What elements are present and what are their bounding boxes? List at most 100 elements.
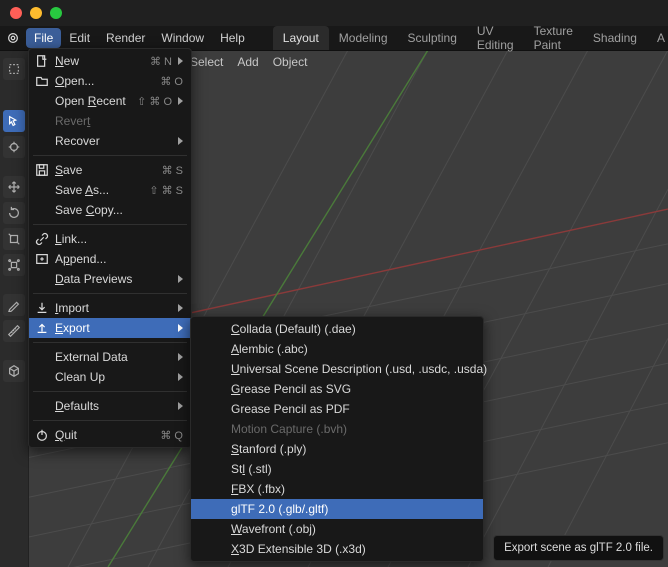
export-item-10[interactable]: Wavefront (.obj): [191, 519, 483, 539]
file-menu-save-copy[interactable]: Save Copy...: [29, 200, 191, 220]
file-menu-link[interactable]: Link...: [29, 229, 191, 249]
file-menu-import[interactable]: Import: [29, 298, 191, 318]
file-menu-clean-up-label: Clean Up: [55, 370, 172, 384]
file-menu-open-recent-shortcut: ⇧ ⌘ O: [137, 95, 172, 108]
file-menu-append[interactable]: Append...: [29, 249, 191, 269]
file-menu-defaults[interactable]: Defaults: [29, 396, 191, 416]
export-item-9[interactable]: glTF 2.0 (.glb/.gltf): [191, 499, 483, 519]
export-item-6[interactable]: Stanford (.ply): [191, 439, 483, 459]
export-icon: [33, 321, 51, 335]
export-item-9-label: glTF 2.0 (.glb/.gltf): [231, 502, 475, 516]
file-menu-quit-shortcut: ⌘ Q: [160, 429, 183, 442]
file-menu-new-shortcut: ⌘ N: [150, 55, 172, 68]
submenu-arrow-icon: [178, 402, 183, 410]
export-item-8[interactable]: FBX (.fbx): [191, 479, 483, 499]
viewport-menu-select[interactable]: Select: [190, 55, 223, 69]
export-item-3[interactable]: Grease Pencil as SVG: [191, 379, 483, 399]
file-new-icon: [33, 54, 51, 68]
file-menu-save-label: Save: [55, 163, 154, 177]
file-menu-export[interactable]: Export: [29, 318, 191, 338]
file-menu-import-label: Import: [55, 301, 172, 315]
export-item-7[interactable]: Stl (.stl): [191, 459, 483, 479]
file-menu-open-label: Open...: [55, 74, 152, 88]
viewport-menu-object[interactable]: Object: [273, 55, 308, 69]
file-menu-save-shortcut: ⌘ S: [162, 164, 183, 177]
file-menu-new[interactable]: New ⌘ N: [29, 51, 191, 71]
viewport-menu-add[interactable]: Add: [237, 55, 258, 69]
export-item-0[interactable]: Collada (Default) (.dae): [191, 319, 483, 339]
file-menu-link-label: Link...: [55, 232, 183, 246]
mac-titlebar: [0, 0, 668, 26]
export-item-4[interactable]: Grease Pencil as PDF: [191, 399, 483, 419]
file-menu-open-recent[interactable]: Open Recent ⇧ ⌘ O: [29, 91, 191, 111]
menubar-item-file[interactable]: File: [26, 28, 61, 48]
submenu-arrow-icon: [178, 373, 183, 381]
file-menu-quit[interactable]: Quit⌘ Q: [29, 425, 191, 445]
mac-minimize-button[interactable]: [30, 7, 42, 19]
file-menu-save[interactable]: Save ⌘ S: [29, 160, 191, 180]
tool-add-cube[interactable]: [3, 360, 25, 382]
workspace-tab-a[interactable]: A: [647, 26, 668, 50]
tool-tweak[interactable]: [3, 58, 25, 80]
file-menu-data-previews[interactable]: Data Previews: [29, 269, 191, 289]
menu-separator: [33, 155, 187, 156]
tool-move[interactable]: [3, 176, 25, 198]
submenu-arrow-icon: [178, 304, 183, 312]
export-item-3-label: Grease Pencil as SVG: [231, 382, 475, 396]
menubar-item-edit[interactable]: Edit: [61, 26, 98, 50]
workspace-tab-uv-editing[interactable]: UV Editing: [467, 26, 524, 50]
menu-separator: [33, 391, 187, 392]
workspace-tab-shading[interactable]: Shading: [583, 26, 647, 50]
file-menu-save-as[interactable]: Save As...⇧ ⌘ S: [29, 180, 191, 200]
tool-select-box[interactable]: [3, 110, 25, 132]
export-item-2[interactable]: Universal Scene Description (.usd, .usdc…: [191, 359, 483, 379]
save-icon: [33, 163, 51, 177]
file-menu-defaults-label: Defaults: [55, 399, 172, 413]
export-item-7-label: Stl (.stl): [231, 462, 475, 476]
menubar-item-help[interactable]: Help: [212, 26, 253, 50]
file-menu-dropdown: New ⌘ N Open... ⌘ O Open Recent ⇧ ⌘ O Revert Re…: [28, 48, 192, 448]
menu-separator: [33, 420, 187, 421]
tool-transform[interactable]: [3, 254, 25, 276]
tool-scale[interactable]: [3, 228, 25, 250]
menubar-item-window[interactable]: Window: [153, 26, 212, 50]
blender-logo-icon[interactable]: [6, 29, 20, 47]
export-submenu: Collada (Default) (.dae) Alembic (.abc) Un…: [190, 316, 484, 562]
tool-annotate[interactable]: [3, 294, 25, 316]
file-menu-new-label: New: [55, 54, 142, 68]
submenu-arrow-icon: [178, 137, 183, 145]
export-item-2-label: Universal Scene Description (.usd, .usdc…: [231, 362, 487, 376]
file-menu-append-label: Append...: [55, 252, 183, 266]
export-item-1-label: Alembic (.abc): [231, 342, 475, 356]
file-menu-external-data[interactable]: External Data: [29, 347, 191, 367]
tool-cursor[interactable]: [3, 136, 25, 158]
file-menu-export-label: Export: [55, 321, 172, 335]
workspace-tab-layout[interactable]: Layout: [273, 26, 329, 50]
submenu-arrow-icon: [178, 324, 183, 332]
file-menu-recover-label: Recover: [55, 134, 172, 148]
tool-measure[interactable]: [3, 320, 25, 342]
submenu-arrow-icon: [178, 353, 183, 361]
export-item-6-label: Stanford (.ply): [231, 442, 475, 456]
mac-close-button[interactable]: [10, 7, 22, 19]
workspace-tab-modeling[interactable]: Modeling: [329, 26, 398, 50]
file-menu-clean-up[interactable]: Clean Up: [29, 367, 191, 387]
menubar-item-render[interactable]: Render: [98, 26, 153, 50]
file-menu-revert-label: Revert: [55, 114, 183, 128]
file-menu-open-recent-label: Open Recent: [55, 94, 129, 108]
tool-rotate[interactable]: [3, 202, 25, 224]
workspace-tab-texture-paint[interactable]: Texture Paint: [524, 26, 583, 50]
export-item-1[interactable]: Alembic (.abc): [191, 339, 483, 359]
file-menu-data-previews-label: Data Previews: [55, 272, 172, 286]
file-menu-open[interactable]: Open... ⌘ O: [29, 71, 191, 91]
file-menu-recover[interactable]: Recover: [29, 131, 191, 151]
workspace-tabs: LayoutModelingSculptingUV EditingTexture…: [273, 26, 668, 50]
export-item-10-label: Wavefront (.obj): [231, 522, 475, 536]
export-item-11[interactable]: X3D Extensible 3D (.x3d): [191, 539, 483, 559]
file-menu-save-copy-label: Save Copy...: [55, 203, 183, 217]
file-menu-open-shortcut: ⌘ O: [160, 75, 183, 88]
workspace-tab-sculpting[interactable]: Sculpting: [398, 26, 467, 50]
link-icon: [33, 232, 51, 246]
export-item-5: Motion Capture (.bvh): [191, 419, 483, 439]
mac-maximize-button[interactable]: [50, 7, 62, 19]
